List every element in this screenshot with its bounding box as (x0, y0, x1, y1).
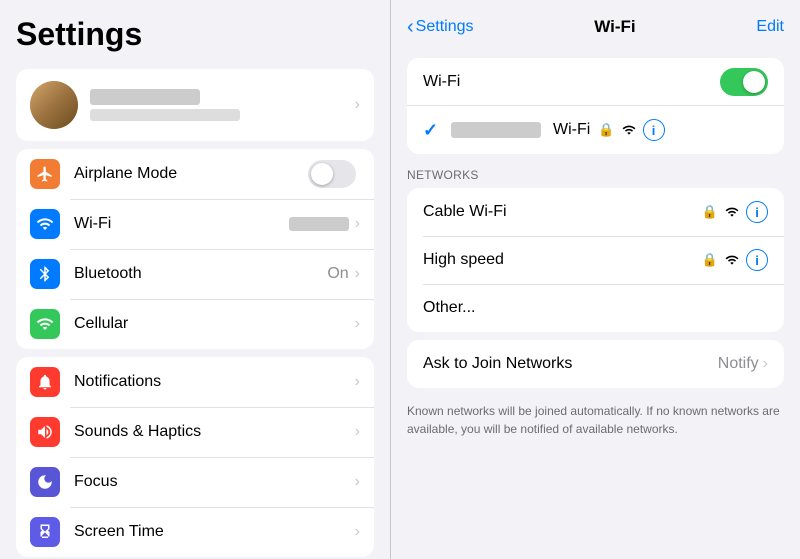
connected-wifi-icons: 🔒 i (598, 119, 664, 141)
profile-sub (90, 109, 240, 121)
highspeed-info-button[interactable]: i (746, 249, 768, 271)
cellular-chevron-icon: › (355, 315, 360, 333)
wifi-header: ‹ Settings Wi-Fi Edit (391, 0, 800, 50)
cable-wifi-icons: 🔒 i (702, 201, 768, 223)
connected-wifi-text: Wi-Fi (553, 121, 590, 139)
ask-join-value: Notify (718, 355, 759, 373)
network-name-cable: Cable Wi-Fi (423, 203, 702, 221)
notifications-label: Notifications (74, 373, 355, 391)
settings-header: Settings (0, 0, 390, 61)
wifi-icon (36, 215, 54, 233)
focus-chevron-icon: › (355, 473, 360, 491)
screentime-icon-wrap (30, 517, 60, 547)
avatar (30, 81, 78, 129)
sidebar-item-focus[interactable]: Focus › (16, 457, 374, 507)
wifi-toggle-row[interactable]: Wi-Fi (407, 58, 784, 106)
connected-network-row[interactable]: ✓ Wi-Fi 🔒 i (407, 106, 784, 154)
settings-left-panel: Settings › Airplane Mode (0, 0, 390, 559)
connected-network-name (451, 122, 541, 138)
focus-label: Focus (74, 473, 355, 491)
screentime-chevron-icon: › (355, 523, 360, 541)
wifi-value (289, 217, 349, 231)
sidebar-item-airplane[interactable]: Airplane Mode (16, 149, 374, 199)
airplane-icon (36, 165, 54, 183)
profile-text (90, 89, 240, 121)
bluetooth-icon-wrap (30, 259, 60, 289)
speaker-icon (36, 423, 54, 441)
highspeed-lock-icon: 🔒 (702, 252, 718, 268)
profile-chevron-icon: › (355, 96, 360, 114)
sidebar-item-screentime[interactable]: Screen Time › (16, 507, 374, 557)
checkmark-icon: ✓ (423, 120, 443, 141)
bluetooth-value: On (327, 265, 348, 283)
network-name-highspeed: High speed (423, 251, 702, 269)
network-row-other[interactable]: Other... (407, 284, 784, 332)
ask-join-label: Ask to Join Networks (423, 355, 718, 373)
bluetooth-chevron-icon: › (355, 265, 360, 283)
wifi-signal-icon (621, 123, 637, 137)
wifi-icon-wrap (30, 209, 60, 239)
back-label: Settings (416, 18, 474, 36)
profile-left (30, 81, 240, 129)
ask-join-section: Ask to Join Networks Notify › (407, 340, 784, 388)
highspeed-wifi-icons: 🔒 i (702, 249, 768, 271)
moon-icon (36, 473, 54, 491)
network-name-other: Other... (423, 299, 768, 317)
network-row-cable[interactable]: Cable Wi-Fi 🔒 i (407, 188, 784, 236)
sounds-chevron-icon: › (355, 423, 360, 441)
networks-list: Cable Wi-Fi 🔒 i High speed 🔒 i Other.. (407, 188, 784, 332)
airplane-icon-wrap (30, 159, 60, 189)
profile-row[interactable]: › (16, 69, 374, 141)
back-button[interactable]: ‹ Settings (407, 18, 473, 37)
cellular-icon-wrap (30, 309, 60, 339)
wifi-label: Wi-Fi (74, 215, 289, 233)
bluetooth-icon (36, 265, 54, 283)
wifi-detail-panel: ‹ Settings Wi-Fi Edit Wi-Fi ✓ Wi-Fi 🔒 i … (390, 0, 800, 559)
wifi-main-label: Wi-Fi (423, 73, 720, 91)
sidebar-item-wifi[interactable]: Wi-Fi › (16, 199, 374, 249)
focus-icon-wrap (30, 467, 60, 497)
sidebar-item-notifications[interactable]: Notifications › (16, 357, 374, 407)
wifi-toggle[interactable] (720, 68, 768, 96)
cable-info-button[interactable]: i (746, 201, 768, 223)
airplane-label: Airplane Mode (74, 165, 308, 183)
sidebar-item-bluetooth[interactable]: Bluetooth On › (16, 249, 374, 299)
notifications-icon-wrap (30, 367, 60, 397)
connected-info-button[interactable]: i (643, 119, 665, 141)
bluetooth-label: Bluetooth (74, 265, 327, 283)
bell-icon (36, 373, 54, 391)
highspeed-wifi-signal-icon (724, 253, 740, 267)
cable-wifi-signal-icon (724, 205, 740, 219)
cellular-label: Cellular (74, 315, 355, 333)
network-row-highspeed[interactable]: High speed 🔒 i (407, 236, 784, 284)
edit-button[interactable]: Edit (756, 18, 784, 36)
wifi-toggle-section: Wi-Fi ✓ Wi-Fi 🔒 i (407, 58, 784, 154)
wifi-chevron-icon: › (355, 215, 360, 233)
sounds-icon-wrap (30, 417, 60, 447)
notifications-chevron-icon: › (355, 373, 360, 391)
sidebar-item-sounds[interactable]: Sounds & Haptics › (16, 407, 374, 457)
ask-join-chevron-icon: › (763, 355, 768, 373)
cable-lock-icon: 🔒 (702, 204, 718, 220)
screentime-label: Screen Time (74, 523, 355, 541)
networks-section-header: NETWORKS (391, 162, 800, 186)
wifi-detail-title: Wi-Fi (594, 17, 635, 37)
sounds-label: Sounds & Haptics (74, 423, 355, 441)
ask-join-row[interactable]: Ask to Join Networks Notify › (407, 340, 784, 388)
settings-title: Settings (16, 16, 374, 53)
cellular-icon (36, 315, 54, 333)
ask-join-description: Known networks will be joined automatica… (391, 396, 800, 448)
lock-icon: 🔒 (598, 122, 614, 138)
settings-group-2: Notifications › Sounds & Haptics › Focus… (16, 357, 374, 557)
settings-group-1: Airplane Mode Wi-Fi › Bluetooth On › (16, 149, 374, 349)
back-chevron-icon: ‹ (407, 17, 414, 37)
profile-name (90, 89, 200, 105)
airplane-toggle[interactable] (308, 160, 356, 188)
hourglass-icon (36, 523, 54, 541)
sidebar-item-cellular[interactable]: Cellular › (16, 299, 374, 349)
